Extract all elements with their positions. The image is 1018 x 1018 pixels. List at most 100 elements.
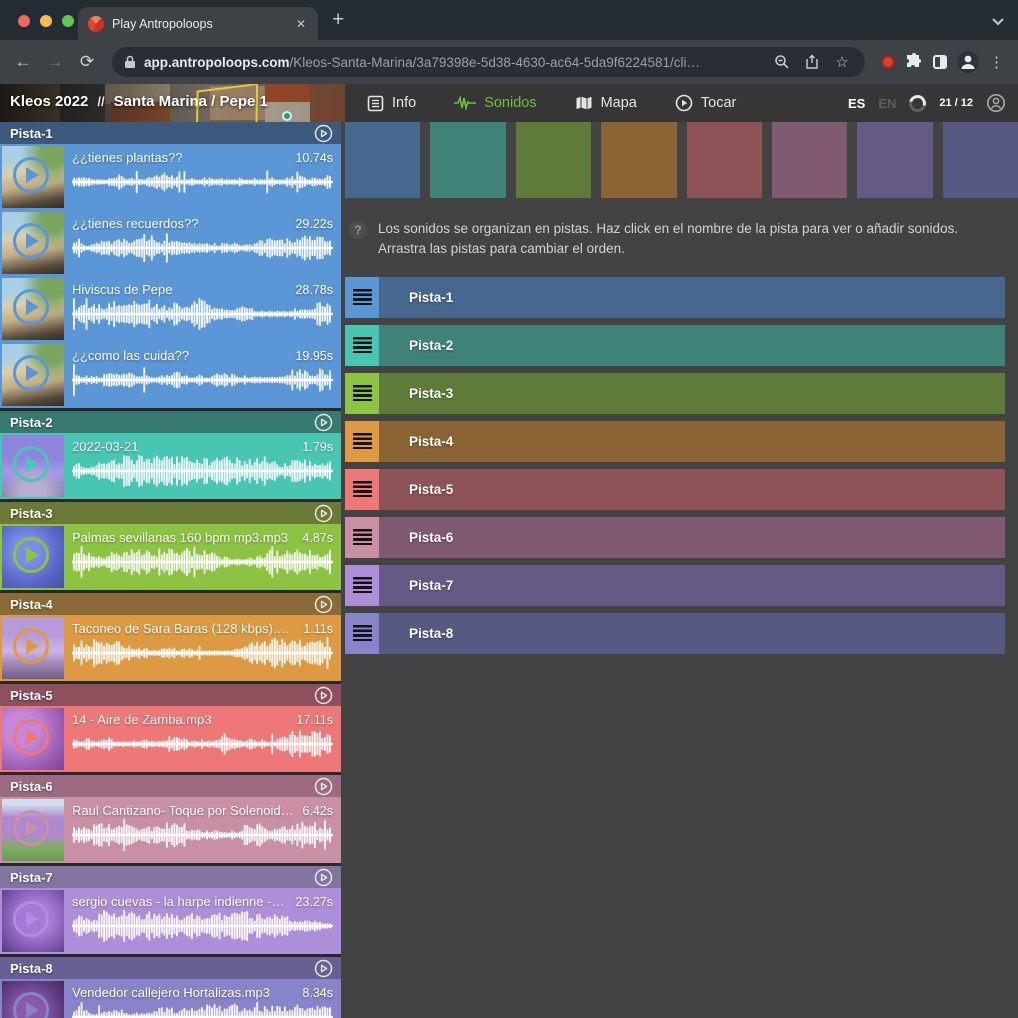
- track-swatch-pista-3[interactable]: [516, 122, 591, 198]
- track-header[interactable]: Pista-5: [0, 684, 341, 706]
- track-header[interactable]: Pista-3: [0, 502, 341, 524]
- track-name-label: Pista-5: [10, 688, 53, 703]
- drag-handle[interactable]: [345, 325, 379, 366]
- clip-title: ¿¿tienes recuerdos??: [72, 216, 198, 231]
- track-name-button[interactable]: Pista-7: [379, 565, 1005, 606]
- drag-handle[interactable]: [345, 565, 379, 606]
- tab-search-chevron-icon[interactable]: [992, 18, 1004, 26]
- track-play-icon[interactable]: [314, 959, 333, 978]
- track-name-button[interactable]: Pista-4: [379, 421, 1005, 462]
- clip-play-button[interactable]: [13, 901, 49, 937]
- track-name-button[interactable]: Pista-8: [379, 613, 1005, 654]
- clip-play-button[interactable]: [13, 992, 49, 1018]
- clip-play-button[interactable]: [13, 628, 49, 664]
- bookmark-star-icon[interactable]: ☆: [831, 51, 853, 73]
- lang-es-button[interactable]: ES: [848, 96, 865, 111]
- track-play-icon[interactable]: [314, 124, 333, 143]
- tab-mapa[interactable]: Mapa: [575, 95, 637, 111]
- browser-menu-icon[interactable]: ⋮: [989, 53, 1004, 71]
- drag-handle[interactable]: [345, 469, 379, 510]
- track-header[interactable]: Pista-8: [0, 957, 341, 979]
- new-tab-button[interactable]: +: [332, 8, 344, 32]
- project-subtitle: Santa Marina / Pepe 1: [114, 93, 268, 110]
- track-play-icon[interactable]: [314, 595, 333, 614]
- track-play-icon[interactable]: [314, 868, 333, 887]
- track-name-button[interactable]: Pista-3: [379, 373, 1005, 414]
- minimize-window-button[interactable]: [40, 15, 52, 27]
- track-name-button[interactable]: Pista-6: [379, 517, 1005, 558]
- clip-play-button[interactable]: [13, 223, 49, 259]
- zoom-out-icon[interactable]: [771, 51, 793, 73]
- track-header[interactable]: Pista-1: [0, 122, 341, 144]
- clip-play-button[interactable]: [13, 719, 49, 755]
- track-header[interactable]: Pista-6: [0, 775, 341, 797]
- audio-clip[interactable]: Raul Cantizano- Toque por Solenoide.mp3 …: [0, 797, 341, 863]
- clip-thumbnail: [2, 981, 64, 1018]
- project-header-image[interactable]: Kleos 2022 // Santa Marina / Pepe 1: [0, 84, 345, 122]
- clip-play-button[interactable]: [13, 289, 49, 325]
- url-bar[interactable]: app.antropoloops.com/Kleos-Santa-Marina/…: [112, 47, 865, 77]
- track-header[interactable]: Pista-2: [0, 411, 341, 433]
- clip-play-button[interactable]: [13, 446, 49, 482]
- track-row-pista-5: Pista-5: [345, 469, 1005, 510]
- clip-play-button[interactable]: [13, 537, 49, 573]
- track-header[interactable]: Pista-4: [0, 593, 341, 615]
- track-swatch-pista-1[interactable]: [345, 122, 420, 198]
- clip-play-button[interactable]: [13, 355, 49, 391]
- tab-close-icon[interactable]: ✕: [294, 15, 308, 33]
- extensions-puzzle-icon[interactable]: [905, 53, 923, 71]
- track-play-icon[interactable]: [314, 777, 333, 796]
- track-swatch-pista-2[interactable]: [430, 122, 505, 198]
- track-swatch-pista-4[interactable]: [601, 122, 676, 198]
- track-name-button[interactable]: Pista-2: [379, 325, 1005, 366]
- drag-handle[interactable]: [345, 517, 379, 558]
- lock-icon[interactable]: [124, 55, 136, 69]
- side-panel-icon[interactable]: [933, 55, 947, 69]
- track-swatch-pista-7[interactable]: [857, 122, 932, 198]
- audio-clip[interactable]: sergio cuevas - la harpe indienne - 03 -…: [0, 888, 341, 954]
- track-swatch-pista-5[interactable]: [687, 122, 762, 198]
- track-swatch-pista-6[interactable]: [772, 122, 847, 198]
- zoom-window-button[interactable]: [62, 15, 74, 27]
- audio-clip[interactable]: ¿¿tienes plantas?? 10.74s: [0, 144, 341, 210]
- audio-clip[interactable]: ¿¿como las cuida?? 19.95s: [0, 342, 341, 408]
- back-button[interactable]: ←: [10, 49, 36, 75]
- reload-button[interactable]: ⟳: [74, 49, 100, 75]
- audio-clip[interactable]: Palmas sevillanas 160 bpm mp3.mp3 4.87s: [0, 524, 341, 590]
- track-name-button[interactable]: Pista-5: [379, 469, 1005, 510]
- track-swatch-pista-8[interactable]: [943, 122, 1018, 198]
- clip-title: ¿¿tienes plantas??: [72, 150, 183, 165]
- clip-play-button[interactable]: [13, 157, 49, 193]
- track-play-icon[interactable]: [314, 504, 333, 523]
- lang-en-button[interactable]: EN: [878, 96, 896, 111]
- browser-tab[interactable]: Play Antropoloops ✕: [78, 7, 318, 40]
- clip-thumbnail: [2, 526, 64, 588]
- audio-clip[interactable]: ¿¿tienes recuerdos?? 29.22s: [0, 210, 341, 276]
- account-icon[interactable]: [986, 93, 1006, 113]
- clip-play-button[interactable]: [13, 810, 49, 846]
- recording-extension-icon[interactable]: [881, 55, 895, 69]
- drag-handle[interactable]: [345, 421, 379, 462]
- audio-clip[interactable]: 2022-03-21 1.79s: [0, 433, 341, 499]
- tab-info[interactable]: Info: [367, 95, 416, 112]
- track-header[interactable]: Pista-7: [0, 866, 341, 888]
- track-name-button[interactable]: Pista-1: [379, 277, 1005, 318]
- track-play-icon[interactable]: [314, 686, 333, 705]
- audio-clip[interactable]: 14 - Aire de Zamba.mp3 17.11s: [0, 706, 341, 772]
- audio-clip[interactable]: Vendedor callejero Hortalizas.mp3 8.34s: [0, 979, 341, 1018]
- tab-tocar[interactable]: Tocar: [675, 94, 736, 112]
- drag-handle[interactable]: [345, 613, 379, 654]
- audio-clip[interactable]: Hiviscus de Pepe 28.78s: [0, 276, 341, 342]
- map-icon: [575, 95, 593, 111]
- audio-clip[interactable]: Taconeo de Sara Baras (128 kbps).mp3 1.1…: [0, 615, 341, 681]
- drag-handle[interactable]: [345, 373, 379, 414]
- clip-duration: 10.74s: [295, 151, 333, 165]
- close-window-button[interactable]: [18, 15, 30, 27]
- share-icon[interactable]: [801, 51, 823, 73]
- drag-handle[interactable]: [345, 277, 379, 318]
- track-play-icon[interactable]: [314, 413, 333, 432]
- forward-button[interactable]: →: [42, 49, 68, 75]
- browser-profile-avatar[interactable]: [957, 51, 979, 73]
- tab-sonidos[interactable]: Sonidos: [454, 95, 536, 111]
- breadcrumb-separator: //: [97, 94, 104, 109]
